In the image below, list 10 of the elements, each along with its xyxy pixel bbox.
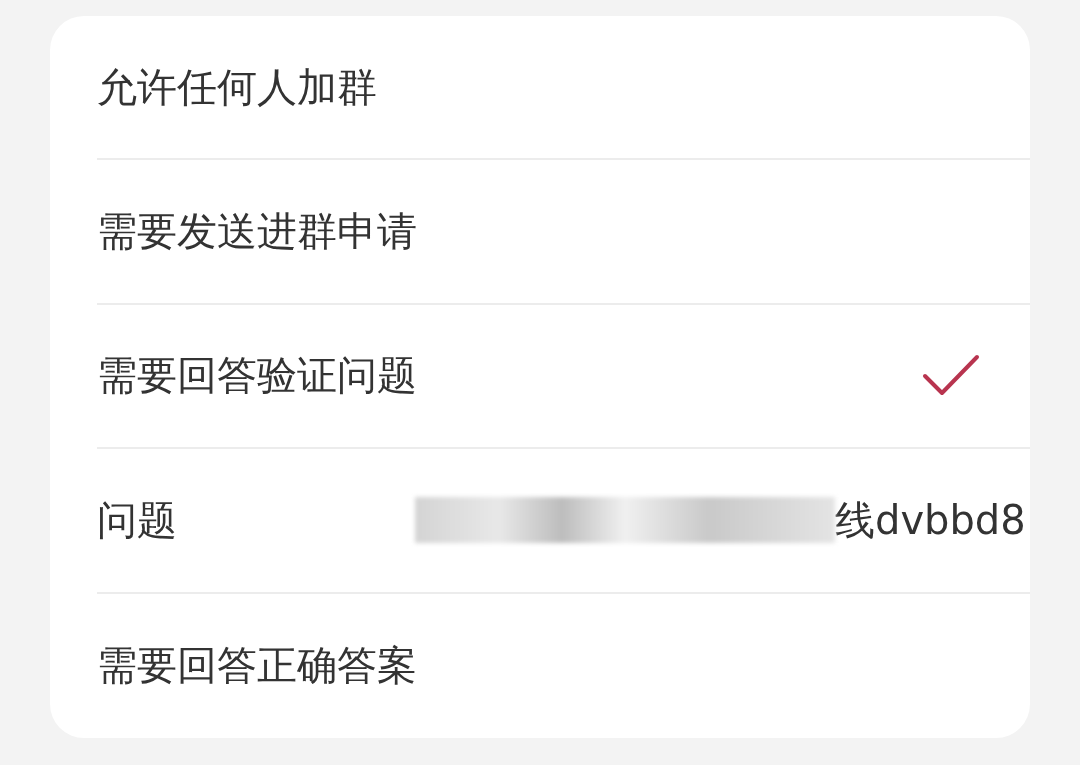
option-label: 需要回答验证问题 xyxy=(97,351,417,401)
option-label: 需要发送进群申请 xyxy=(97,207,417,257)
field-value: 线dvbbd8 xyxy=(835,495,1026,545)
option-label: 需要回答正确答案 xyxy=(97,641,417,691)
option-row[interactable]: 需要发送进群申请 xyxy=(97,160,1030,305)
option-row[interactable]: 需要回答验证问题 xyxy=(97,304,1030,450)
option-row[interactable]: 允许任何人加群 xyxy=(97,16,1030,161)
option-row[interactable]: 需要回答正确答案 xyxy=(97,593,1030,738)
option-label: 允许任何人加群 xyxy=(97,62,377,112)
field-label: 问题 xyxy=(97,495,178,545)
